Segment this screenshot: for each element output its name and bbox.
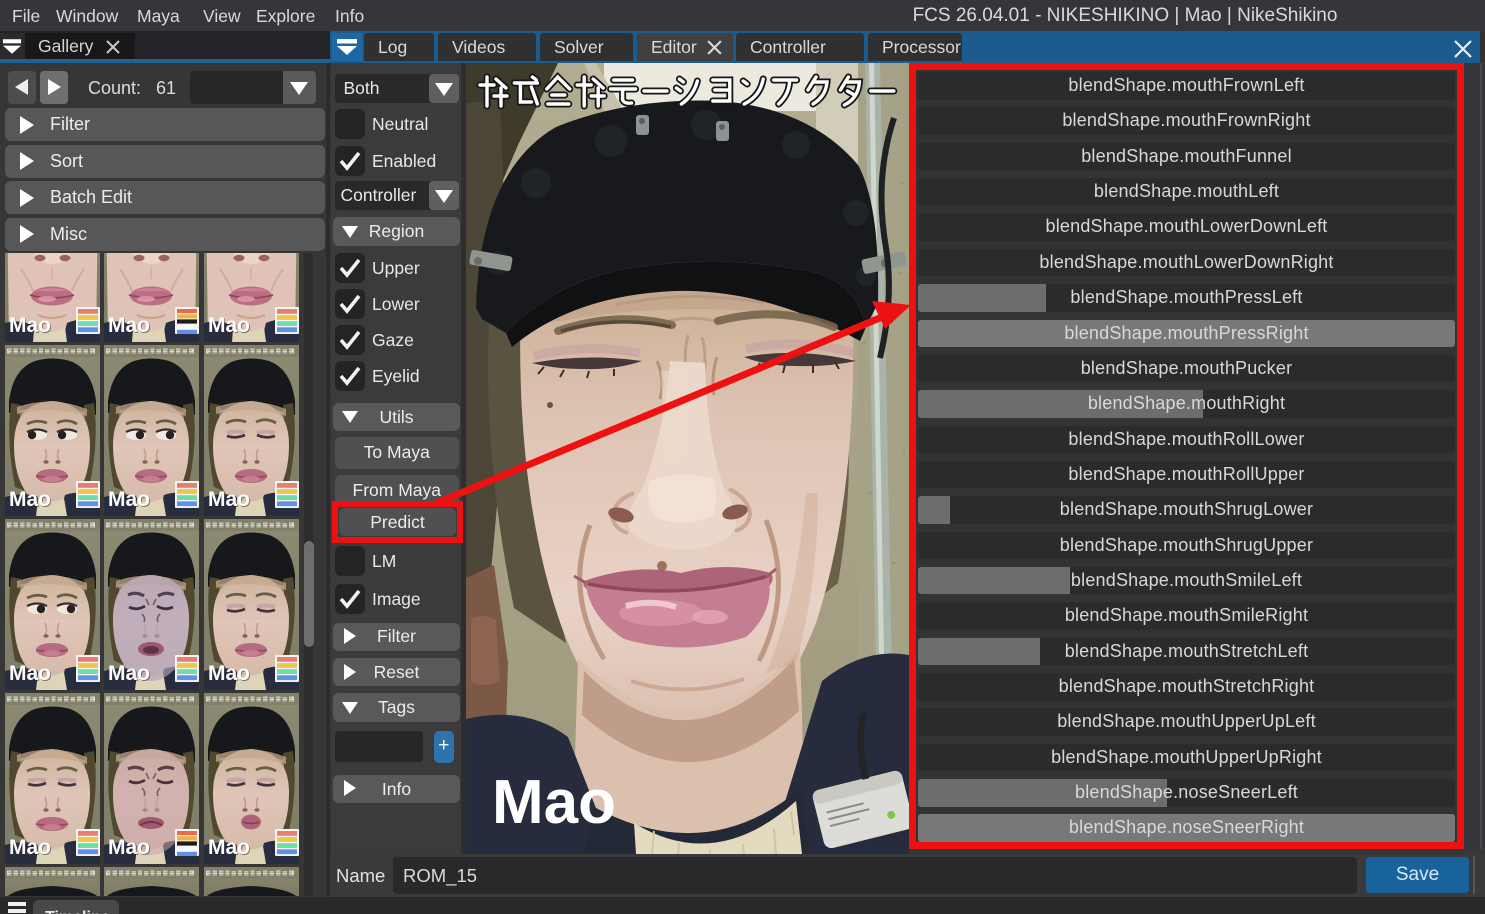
svg-text:Mao: Mao bbox=[492, 768, 616, 837]
